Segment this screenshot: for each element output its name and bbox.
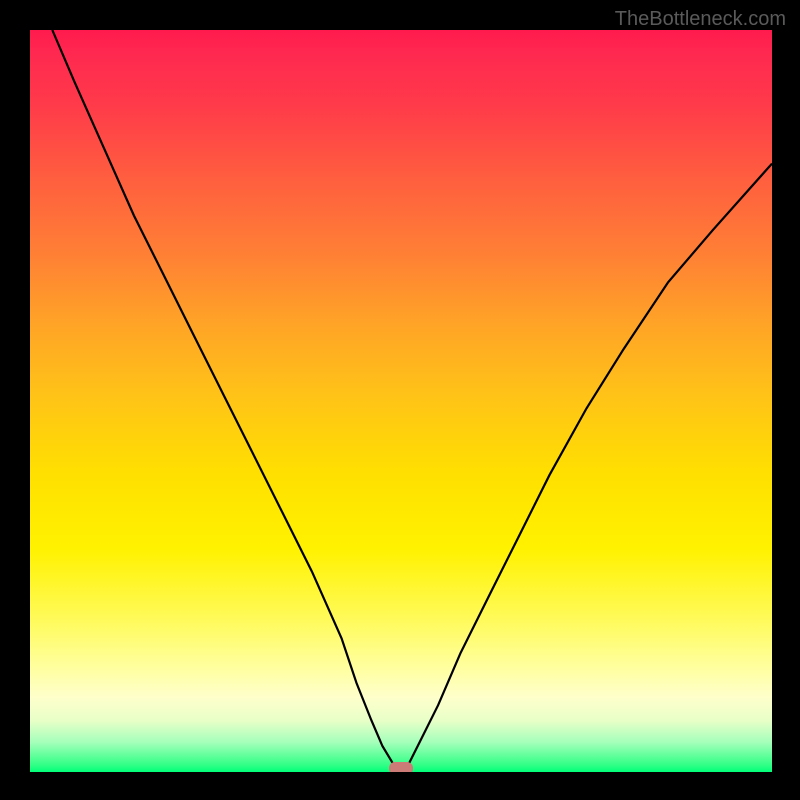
bottleneck-curve — [30, 30, 772, 772]
watermark-text: TheBottleneck.com — [615, 8, 786, 31]
plot-area — [30, 30, 772, 772]
optimum-marker — [389, 762, 413, 772]
